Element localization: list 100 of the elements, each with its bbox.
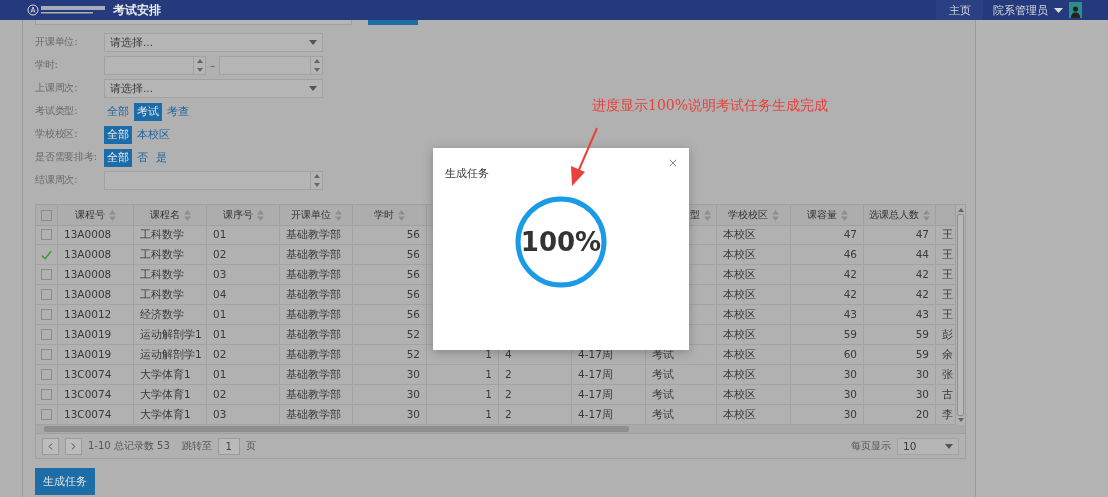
- table-cell: 4-17周: [572, 385, 646, 405]
- sort-icon[interactable]: [334, 209, 342, 221]
- sort-icon[interactable]: [183, 209, 191, 221]
- search-button[interactable]: [368, 20, 418, 25]
- column-header[interactable]: 型: [690, 208, 700, 222]
- column-header[interactable]: 课容量: [806, 208, 837, 222]
- column-header[interactable]: 学时: [374, 208, 394, 222]
- column-header[interactable]: 选课总人数: [869, 208, 919, 222]
- table-cell: 本校区: [717, 385, 791, 405]
- page-input[interactable]: 1: [217, 437, 240, 455]
- filter-option[interactable]: 考查: [164, 102, 192, 121]
- table-cell: 42: [864, 285, 936, 305]
- table-cell: 工科数学: [134, 225, 207, 245]
- row-checkbox[interactable]: [41, 269, 52, 280]
- spin-down-icon[interactable]: [196, 67, 203, 72]
- sort-icon[interactable]: [256, 209, 264, 221]
- table-cell: 考试: [646, 385, 717, 405]
- row-checkbox[interactable]: [41, 369, 52, 380]
- table-cell: 本校区: [717, 225, 791, 245]
- user-name[interactable]: 院系管理员: [993, 2, 1048, 18]
- table-cell: 4-17周: [572, 365, 646, 385]
- number-field[interactable]: [104, 171, 323, 190]
- scroll-down-icon[interactable]: [957, 418, 964, 422]
- number-field[interactable]: [104, 56, 206, 75]
- horizontal-scrollbar[interactable]: [36, 425, 965, 433]
- table-cell: 彭: [936, 325, 955, 345]
- table-cell: 47: [791, 225, 864, 245]
- table-cell: 王: [936, 305, 955, 325]
- select-field[interactable]: 请选择...: [104, 79, 323, 98]
- sort-icon[interactable]: [398, 209, 405, 221]
- row-checkbox[interactable]: [41, 409, 52, 420]
- filter-option[interactable]: 本校区: [134, 125, 173, 144]
- row-checkbox[interactable]: [41, 249, 52, 260]
- table-cell: 43: [791, 305, 864, 325]
- dialog-title: 生成任务: [445, 166, 489, 181]
- table-cell: 运动解剖学1: [134, 325, 207, 345]
- page-title: 考试安排: [113, 1, 161, 19]
- row-checkbox[interactable]: [41, 289, 52, 300]
- filter-option[interactable]: 全部: [104, 125, 132, 144]
- home-link[interactable]: 主页: [936, 0, 983, 20]
- table-cell: 42: [791, 265, 864, 285]
- filter-option[interactable]: 全部: [104, 102, 132, 121]
- caret-icon: [309, 86, 317, 91]
- close-button[interactable]: [667, 157, 679, 169]
- filter-option[interactable]: 是: [153, 148, 170, 167]
- filter-option[interactable]: 考试: [134, 102, 162, 121]
- progress-percent: 100%: [519, 226, 603, 259]
- select-placeholder: 请选择...: [110, 35, 153, 50]
- sort-icon[interactable]: [704, 209, 711, 221]
- generate-task-button[interactable]: 生成任务: [35, 468, 95, 495]
- table-cell: 余: [936, 345, 955, 365]
- table-cell: 本校区: [717, 305, 791, 325]
- table-cell: 基础教学部: [280, 245, 353, 265]
- row-checkbox[interactable]: [41, 329, 52, 340]
- column-header[interactable]: 课程名: [149, 208, 180, 222]
- filter-label: 结课周次:: [35, 174, 79, 187]
- sort-icon[interactable]: [923, 209, 930, 221]
- table-cell: 13A0019: [58, 325, 134, 345]
- filter-label: 学校校区:: [35, 128, 79, 141]
- scroll-up-icon[interactable]: [957, 208, 964, 212]
- column-header[interactable]: 学校校区: [728, 208, 768, 222]
- spin-up-icon[interactable]: [196, 59, 203, 64]
- prev-page-button[interactable]: [42, 437, 59, 455]
- row-checkbox[interactable]: [41, 389, 52, 400]
- spin-up-icon[interactable]: [313, 174, 320, 179]
- row-checkbox[interactable]: [41, 229, 52, 240]
- avatar-icon[interactable]: [1069, 2, 1082, 18]
- column-header[interactable]: 开课单位: [290, 208, 331, 222]
- vertical-scrollbar[interactable]: [955, 205, 965, 425]
- table-cell: 13A0008: [58, 225, 134, 245]
- table-cell: 大学体育1: [134, 385, 207, 405]
- row-checkbox[interactable]: [41, 309, 52, 320]
- select-field[interactable]: 请选择...: [104, 33, 323, 52]
- column-header[interactable]: 课序号: [222, 208, 253, 222]
- filter-option[interactable]: 全部: [104, 148, 132, 167]
- per-page-select[interactable]: 10: [897, 437, 959, 455]
- number-field[interactable]: [219, 56, 323, 75]
- input-field[interactable]: [35, 20, 352, 25]
- table-cell: 王: [936, 245, 955, 265]
- table-cell: 13A0019: [58, 345, 134, 365]
- table-cell: 基础教学部: [280, 265, 353, 285]
- column-header[interactable]: 课程号: [75, 208, 105, 222]
- table-cell: 04: [207, 285, 280, 305]
- sort-icon[interactable]: [840, 209, 848, 221]
- table-cell: 古: [936, 385, 955, 405]
- sort-icon[interactable]: [109, 209, 116, 221]
- spin-up-icon[interactable]: [313, 59, 320, 64]
- sort-icon[interactable]: [772, 209, 779, 221]
- table-cell: 基础教学部: [280, 285, 353, 305]
- row-checkbox[interactable]: [41, 349, 52, 360]
- table-cell: 52: [353, 345, 427, 365]
- spin-down-icon[interactable]: [313, 67, 320, 72]
- table-cell: 大学体育1: [134, 365, 207, 385]
- caret-icon[interactable]: [1054, 7, 1063, 13]
- table-cell: 42: [864, 265, 936, 285]
- table-cell: 基础教学部: [280, 325, 353, 345]
- table-cell: 44: [864, 245, 936, 265]
- select-all-checkbox[interactable]: [41, 209, 52, 221]
- next-page-button[interactable]: [65, 437, 82, 455]
- spin-down-icon[interactable]: [313, 182, 320, 187]
